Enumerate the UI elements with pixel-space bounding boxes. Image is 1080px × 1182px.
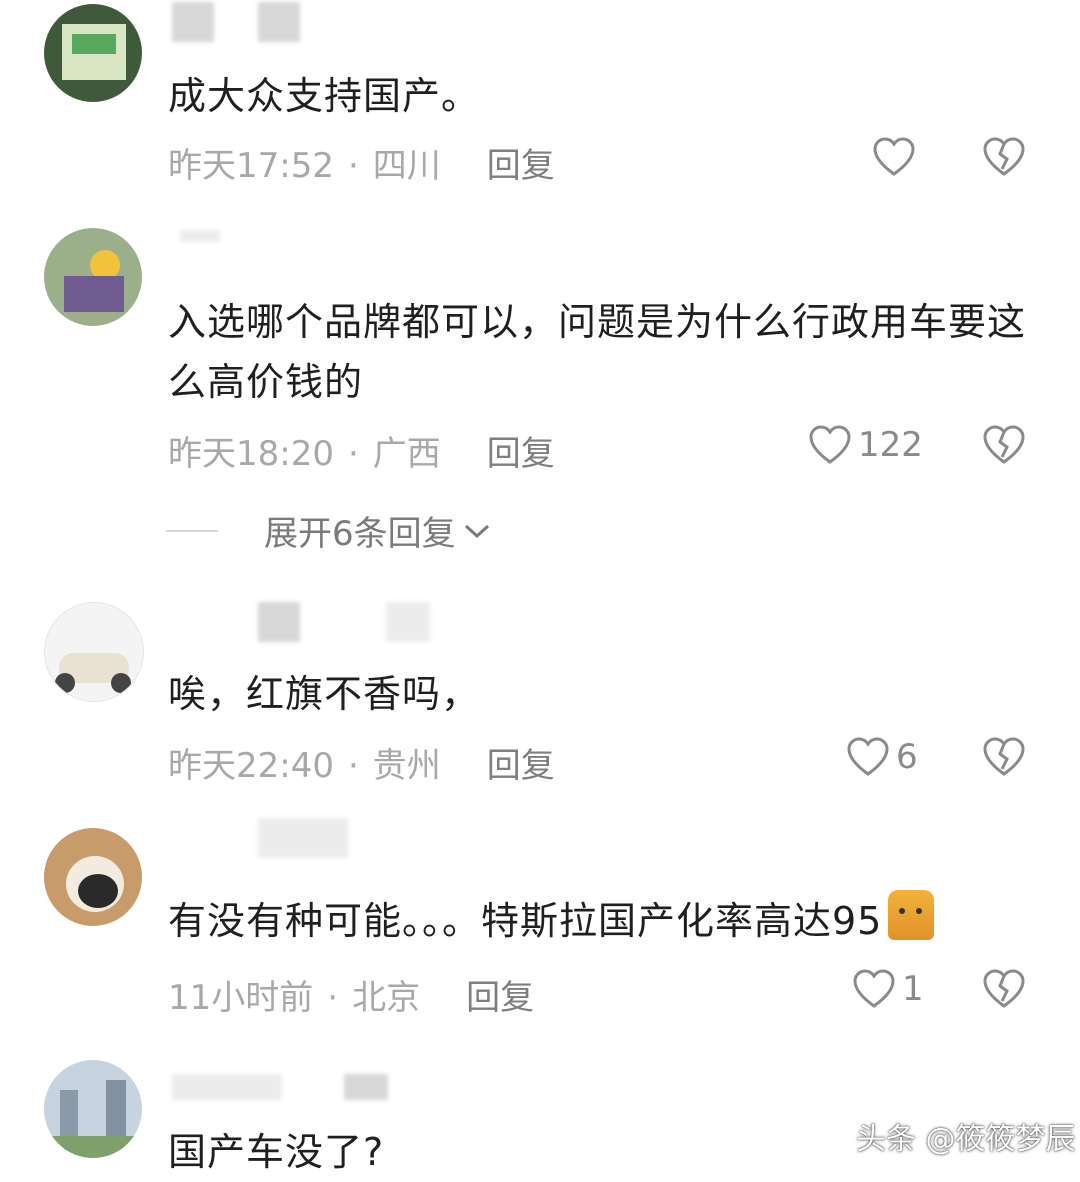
location: 贵州 — [372, 746, 441, 786]
dislike-button[interactable] — [982, 968, 1026, 1010]
avatar[interactable] — [44, 4, 142, 102]
reply-button[interactable]: 回复 — [487, 746, 555, 786]
timestamp: 昨天22:40 — [168, 746, 334, 786]
username[interactable] — [172, 1074, 282, 1100]
heart-icon — [853, 969, 895, 1008]
username[interactable] — [180, 230, 220, 242]
location: 四川 — [372, 146, 441, 186]
separator: · — [347, 146, 359, 186]
reply-button[interactable]: 回复 — [487, 434, 555, 474]
broken-heart-icon — [983, 425, 1025, 464]
username-blur — [344, 1074, 388, 1100]
username[interactable] — [172, 2, 214, 42]
comment-text: 有没有种可能。。。特斯拉国产化率高达95 — [168, 890, 1038, 951]
timestamp: 11小时前 — [168, 978, 314, 1018]
cat-emoji-icon — [888, 890, 935, 940]
heart-icon — [809, 425, 851, 464]
reply-button[interactable]: 回复 — [466, 978, 534, 1018]
username-blur — [386, 602, 430, 642]
like-count: 122 — [858, 425, 923, 465]
like-button[interactable]: 1 — [852, 968, 924, 1010]
like-count: 1 — [902, 969, 924, 1009]
separator: · — [327, 978, 339, 1018]
avatar[interactable] — [44, 602, 144, 702]
separator: · — [347, 746, 359, 786]
comment-text: 唉，红旗不香吗， — [168, 672, 481, 716]
broken-heart-icon — [983, 969, 1025, 1008]
heart-icon — [873, 137, 915, 176]
expand-replies-label: 展开6条回复 — [264, 514, 456, 554]
comment-meta: 昨天17:52 · 四川 回复 — [168, 138, 555, 187]
timestamp: 昨天17:52 — [168, 146, 334, 186]
watermark: 头条 @筱筱梦辰 — [856, 1122, 1076, 1157]
location: 广西 — [372, 434, 441, 474]
avatar[interactable] — [44, 228, 142, 326]
dislike-button[interactable] — [982, 136, 1026, 178]
avatar[interactable] — [44, 828, 142, 926]
dislike-button[interactable] — [982, 424, 1026, 466]
comment-meta: 昨天18:20 · 广西 回复 — [168, 426, 555, 475]
username[interactable] — [258, 818, 348, 858]
username-blur — [258, 2, 300, 42]
avatar[interactable] — [44, 1060, 142, 1158]
heart-icon — [847, 737, 889, 776]
like-button[interactable]: 122 — [808, 424, 923, 466]
comment-meta: 昨天22:40 · 贵州 回复 — [168, 738, 555, 787]
chevron-down-icon — [464, 524, 489, 538]
timestamp: 昨天18:20 — [168, 434, 334, 474]
dislike-button[interactable] — [982, 736, 1026, 778]
like-button[interactable] — [872, 136, 916, 178]
comment-text-content: 有没有种可能。。。特斯拉国产化率高达95 — [168, 899, 883, 943]
separator: · — [347, 434, 359, 474]
like-button[interactable]: 6 — [846, 736, 918, 778]
divider — [166, 529, 218, 532]
comment-text: 入选哪个品牌都可以，问题是为什么行政用车要这么高价钱的 — [168, 300, 1027, 404]
username[interactable] — [258, 602, 300, 642]
broken-heart-icon — [983, 737, 1025, 776]
broken-heart-icon — [983, 137, 1025, 176]
comment-text: 成大众支持国产。 — [168, 74, 481, 118]
expand-replies-button[interactable]: 展开6条回复 — [166, 506, 492, 555]
comment-meta: 11小时前 · 北京 回复 — [168, 970, 534, 1019]
location: 北京 — [352, 978, 421, 1018]
like-count: 6 — [896, 737, 918, 777]
reply-button[interactable]: 回复 — [487, 146, 555, 186]
